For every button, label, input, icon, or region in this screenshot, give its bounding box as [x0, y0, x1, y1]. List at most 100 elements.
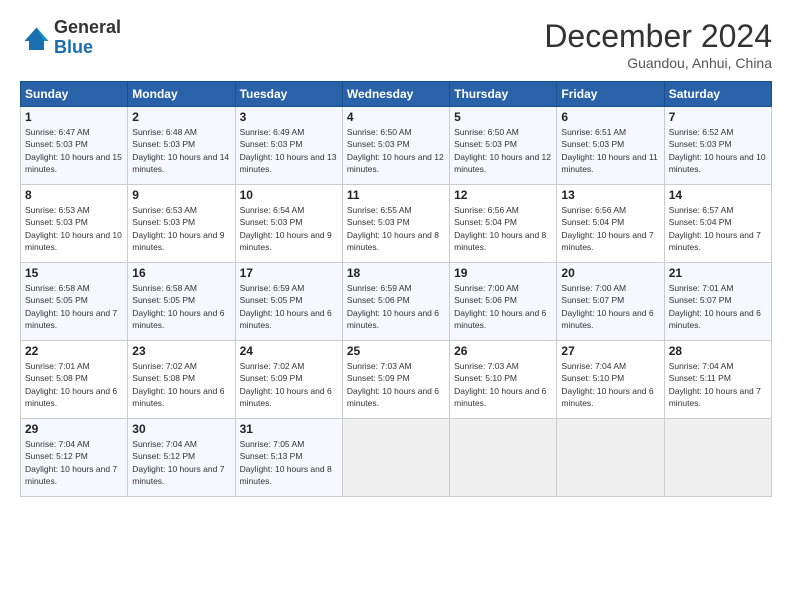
day-info: Sunrise: 6:53 AM Sunset: 5:03 PM Dayligh…: [132, 204, 230, 253]
calendar-cell: 6 Sunrise: 6:51 AM Sunset: 5:03 PM Dayli…: [557, 107, 664, 185]
day-info: Sunrise: 6:54 AM Sunset: 5:03 PM Dayligh…: [240, 204, 338, 253]
day-info: Sunrise: 7:05 AM Sunset: 5:13 PM Dayligh…: [240, 438, 338, 487]
day-number: 19: [454, 266, 552, 280]
day-number: 23: [132, 344, 230, 358]
weekday-header-monday: Monday: [128, 82, 235, 107]
day-number: 6: [561, 110, 659, 124]
weekday-header-thursday: Thursday: [450, 82, 557, 107]
calendar-cell: 27 Sunrise: 7:04 AM Sunset: 5:10 PM Dayl…: [557, 341, 664, 419]
day-info: Sunrise: 6:58 AM Sunset: 5:05 PM Dayligh…: [132, 282, 230, 331]
day-number: 14: [669, 188, 767, 202]
day-info: Sunrise: 6:59 AM Sunset: 5:05 PM Dayligh…: [240, 282, 338, 331]
day-info: Sunrise: 6:49 AM Sunset: 5:03 PM Dayligh…: [240, 126, 338, 175]
calendar-cell: 20 Sunrise: 7:00 AM Sunset: 5:07 PM Dayl…: [557, 263, 664, 341]
day-number: 8: [25, 188, 123, 202]
day-number: 22: [25, 344, 123, 358]
calendar-cell: 14 Sunrise: 6:57 AM Sunset: 5:04 PM Dayl…: [664, 185, 771, 263]
calendar-cell: [664, 419, 771, 497]
calendar-cell: 5 Sunrise: 6:50 AM Sunset: 5:03 PM Dayli…: [450, 107, 557, 185]
calendar-cell: 17 Sunrise: 6:59 AM Sunset: 5:05 PM Dayl…: [235, 263, 342, 341]
calendar-cell: 26 Sunrise: 7:03 AM Sunset: 5:10 PM Dayl…: [450, 341, 557, 419]
day-number: 28: [669, 344, 767, 358]
day-number: 25: [347, 344, 445, 358]
week-row-3: 15 Sunrise: 6:58 AM Sunset: 5:05 PM Dayl…: [21, 263, 772, 341]
header: General Blue December 2024 Guandou, Anhu…: [20, 18, 772, 71]
day-info: Sunrise: 6:58 AM Sunset: 5:05 PM Dayligh…: [25, 282, 123, 331]
day-info: Sunrise: 6:59 AM Sunset: 5:06 PM Dayligh…: [347, 282, 445, 331]
calendar-cell: 1 Sunrise: 6:47 AM Sunset: 5:03 PM Dayli…: [21, 107, 128, 185]
day-info: Sunrise: 7:04 AM Sunset: 5:12 PM Dayligh…: [25, 438, 123, 487]
month-title: December 2024: [544, 18, 772, 55]
week-row-5: 29 Sunrise: 7:04 AM Sunset: 5:12 PM Dayl…: [21, 419, 772, 497]
day-number: 4: [347, 110, 445, 124]
location: Guandou, Anhui, China: [544, 55, 772, 71]
day-number: 31: [240, 422, 338, 436]
calendar-cell: 7 Sunrise: 6:52 AM Sunset: 5:03 PM Dayli…: [664, 107, 771, 185]
calendar-cell: 15 Sunrise: 6:58 AM Sunset: 5:05 PM Dayl…: [21, 263, 128, 341]
day-number: 15: [25, 266, 123, 280]
day-info: Sunrise: 6:56 AM Sunset: 5:04 PM Dayligh…: [561, 204, 659, 253]
day-number: 21: [669, 266, 767, 280]
calendar-cell: 31 Sunrise: 7:05 AM Sunset: 5:13 PM Dayl…: [235, 419, 342, 497]
weekday-header-saturday: Saturday: [664, 82, 771, 107]
calendar-cell: 9 Sunrise: 6:53 AM Sunset: 5:03 PM Dayli…: [128, 185, 235, 263]
weekday-header-wednesday: Wednesday: [342, 82, 449, 107]
logo-text: General Blue: [54, 18, 121, 58]
calendar-cell: 29 Sunrise: 7:04 AM Sunset: 5:12 PM Dayl…: [21, 419, 128, 497]
calendar-cell: 10 Sunrise: 6:54 AM Sunset: 5:03 PM Dayl…: [235, 185, 342, 263]
day-number: 16: [132, 266, 230, 280]
day-info: Sunrise: 6:51 AM Sunset: 5:03 PM Dayligh…: [561, 126, 659, 175]
day-info: Sunrise: 6:55 AM Sunset: 5:03 PM Dayligh…: [347, 204, 445, 253]
title-block: December 2024 Guandou, Anhui, China: [544, 18, 772, 71]
calendar-cell: 28 Sunrise: 7:04 AM Sunset: 5:11 PM Dayl…: [664, 341, 771, 419]
calendar: SundayMondayTuesdayWednesdayThursdayFrid…: [20, 81, 772, 497]
calendar-cell: 23 Sunrise: 7:02 AM Sunset: 5:08 PM Dayl…: [128, 341, 235, 419]
calendar-cell: 24 Sunrise: 7:02 AM Sunset: 5:09 PM Dayl…: [235, 341, 342, 419]
calendar-cell: 18 Sunrise: 6:59 AM Sunset: 5:06 PM Dayl…: [342, 263, 449, 341]
day-info: Sunrise: 6:57 AM Sunset: 5:04 PM Dayligh…: [669, 204, 767, 253]
day-info: Sunrise: 7:04 AM Sunset: 5:11 PM Dayligh…: [669, 360, 767, 409]
day-number: 9: [132, 188, 230, 202]
calendar-cell: 25 Sunrise: 7:03 AM Sunset: 5:09 PM Dayl…: [342, 341, 449, 419]
page: General Blue December 2024 Guandou, Anhu…: [0, 0, 792, 612]
calendar-cell: 4 Sunrise: 6:50 AM Sunset: 5:03 PM Dayli…: [342, 107, 449, 185]
day-number: 29: [25, 422, 123, 436]
calendar-cell: [342, 419, 449, 497]
day-info: Sunrise: 6:50 AM Sunset: 5:03 PM Dayligh…: [454, 126, 552, 175]
day-info: Sunrise: 7:01 AM Sunset: 5:07 PM Dayligh…: [669, 282, 767, 331]
calendar-cell: 11 Sunrise: 6:55 AM Sunset: 5:03 PM Dayl…: [342, 185, 449, 263]
calendar-cell: 2 Sunrise: 6:48 AM Sunset: 5:03 PM Dayli…: [128, 107, 235, 185]
day-number: 20: [561, 266, 659, 280]
day-info: Sunrise: 7:04 AM Sunset: 5:10 PM Dayligh…: [561, 360, 659, 409]
day-number: 18: [347, 266, 445, 280]
day-info: Sunrise: 6:52 AM Sunset: 5:03 PM Dayligh…: [669, 126, 767, 175]
day-info: Sunrise: 6:53 AM Sunset: 5:03 PM Dayligh…: [25, 204, 123, 253]
calendar-cell: 21 Sunrise: 7:01 AM Sunset: 5:07 PM Dayl…: [664, 263, 771, 341]
day-info: Sunrise: 7:04 AM Sunset: 5:12 PM Dayligh…: [132, 438, 230, 487]
day-info: Sunrise: 6:56 AM Sunset: 5:04 PM Dayligh…: [454, 204, 552, 253]
calendar-cell: 12 Sunrise: 6:56 AM Sunset: 5:04 PM Dayl…: [450, 185, 557, 263]
logo-icon: [20, 23, 50, 53]
week-row-4: 22 Sunrise: 7:01 AM Sunset: 5:08 PM Dayl…: [21, 341, 772, 419]
day-info: Sunrise: 7:03 AM Sunset: 5:10 PM Dayligh…: [454, 360, 552, 409]
week-row-1: 1 Sunrise: 6:47 AM Sunset: 5:03 PM Dayli…: [21, 107, 772, 185]
day-number: 5: [454, 110, 552, 124]
day-info: Sunrise: 7:03 AM Sunset: 5:09 PM Dayligh…: [347, 360, 445, 409]
calendar-cell: 13 Sunrise: 6:56 AM Sunset: 5:04 PM Dayl…: [557, 185, 664, 263]
day-number: 17: [240, 266, 338, 280]
day-number: 24: [240, 344, 338, 358]
day-number: 3: [240, 110, 338, 124]
week-row-2: 8 Sunrise: 6:53 AM Sunset: 5:03 PM Dayli…: [21, 185, 772, 263]
weekday-header-tuesday: Tuesday: [235, 82, 342, 107]
weekday-header-friday: Friday: [557, 82, 664, 107]
day-number: 27: [561, 344, 659, 358]
logo: General Blue: [20, 18, 121, 58]
day-number: 12: [454, 188, 552, 202]
calendar-cell: 22 Sunrise: 7:01 AM Sunset: 5:08 PM Dayl…: [21, 341, 128, 419]
calendar-cell: [450, 419, 557, 497]
weekday-header-sunday: Sunday: [21, 82, 128, 107]
calendar-cell: 3 Sunrise: 6:49 AM Sunset: 5:03 PM Dayli…: [235, 107, 342, 185]
day-info: Sunrise: 7:02 AM Sunset: 5:09 PM Dayligh…: [240, 360, 338, 409]
day-number: 26: [454, 344, 552, 358]
day-number: 10: [240, 188, 338, 202]
